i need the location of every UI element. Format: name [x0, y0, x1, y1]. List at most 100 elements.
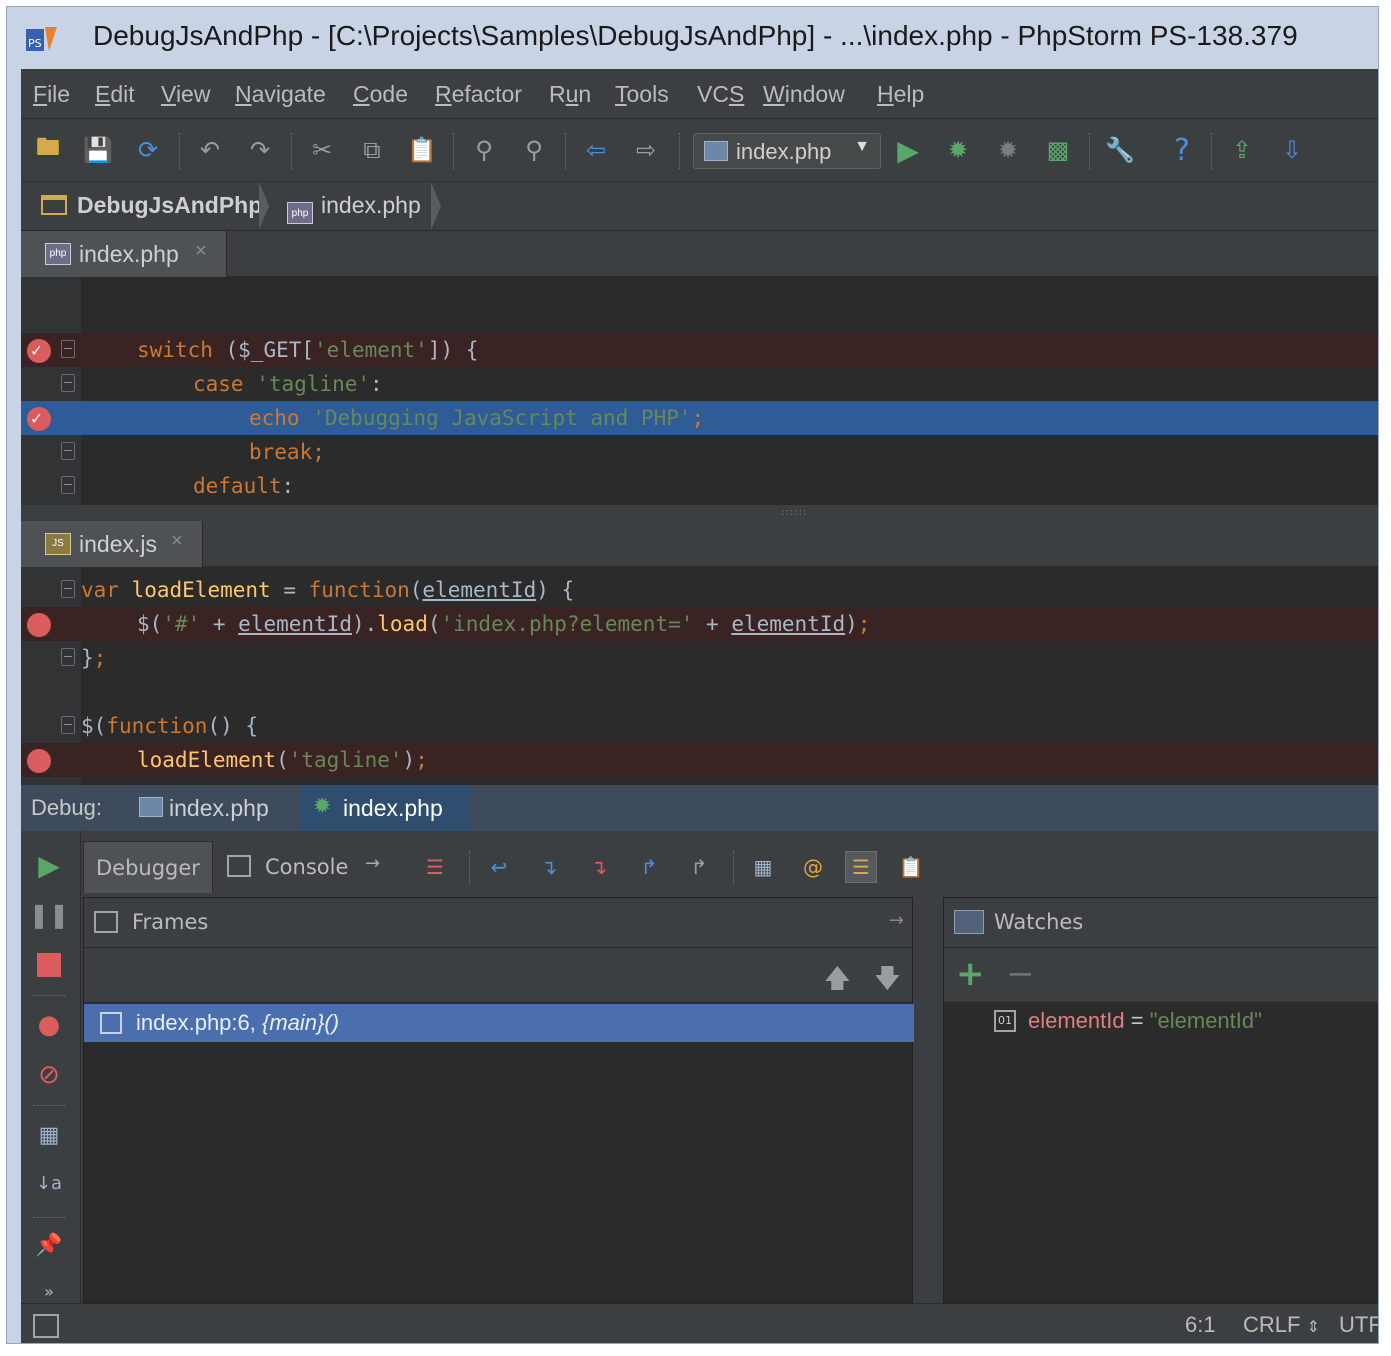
redo-icon[interactable]: ↷ — [243, 133, 277, 167]
show-execution-point-icon[interactable]: ☰ — [419, 851, 451, 883]
tab-debugger[interactable]: Debugger — [83, 841, 213, 893]
restore-layout-icon[interactable]: ▦ — [33, 1119, 65, 1151]
breakpoint-icon[interactable] — [27, 613, 51, 637]
cut-icon[interactable]: ✂ — [305, 133, 339, 167]
help-icon[interactable]: ? — [1165, 133, 1199, 168]
hide-panel-icon[interactable]: → — [889, 910, 904, 931]
fold-marker-icon[interactable] — [61, 580, 75, 598]
deploy-download-icon[interactable]: ⇩ — [1275, 133, 1309, 167]
evaluate-expression-icon[interactable]: ▦ — [747, 851, 779, 883]
menu-item[interactable]: Navigate — [235, 81, 326, 108]
code-line[interactable]: case 'tagline': — [21, 367, 1378, 401]
encoding-widget[interactable]: UTF — [1339, 1312, 1378, 1338]
force-step-into-icon[interactable]: ↴ — [583, 851, 615, 883]
breadcrumb-project[interactable]: DebugJsAndPhp — [41, 192, 262, 224]
js-code-editor[interactable]: var loadElement = function(elementId) {$… — [21, 567, 1378, 785]
evaluate-icon[interactable]: @ — [797, 851, 829, 883]
debug-icon[interactable]: ✹ — [941, 133, 975, 167]
code-line[interactable]: echo 'Debugging JavaScript and PHP'; — [21, 401, 1378, 436]
breakpoint-icon[interactable] — [27, 402, 51, 436]
php-code-editor[interactable]: switch ($_GET['element']) {case 'tagline… — [21, 277, 1378, 505]
code-line[interactable]: var loadElement = function(elementId) { — [21, 573, 1378, 607]
menu-item[interactable]: View — [161, 81, 210, 108]
paste-icon[interactable]: 📋 — [405, 133, 439, 167]
tab-console[interactable]: Console → — [215, 841, 399, 893]
find-icon[interactable]: ⚲ — [467, 133, 501, 167]
run-icon[interactable]: ▶ — [891, 133, 925, 167]
code-line[interactable]: switch ($_GET['element']) { — [21, 333, 1378, 368]
toolbar-separator — [33, 1217, 65, 1218]
menu-item[interactable]: Window — [763, 81, 845, 108]
pause-icon[interactable]: ❚❚ — [29, 899, 69, 931]
fold-marker-icon[interactable] — [61, 374, 75, 392]
editor-splitter[interactable]: :::::: — [21, 505, 1378, 521]
code-line[interactable]: loadElement('tagline'); — [21, 743, 1378, 777]
tab-index-js[interactable]: JS index.js × — [21, 521, 203, 567]
pin-icon[interactable]: 📌 — [33, 1229, 65, 1261]
code-line[interactable]: $('#' + elementId).load('index.php?eleme… — [21, 607, 1378, 641]
watch-item[interactable]: 01 elementId = "elementId" — [944, 1002, 1378, 1040]
arrow-down-icon[interactable]: 🡇 — [874, 960, 901, 1004]
step-into-icon[interactable]: ↴ — [533, 851, 565, 883]
breadcrumb-file[interactable]: php index.php — [287, 192, 421, 224]
undo-icon[interactable]: ↶ — [193, 133, 227, 167]
stop-icon[interactable] — [33, 949, 65, 981]
menu-item[interactable]: Run — [549, 81, 591, 108]
sync-icon[interactable]: ⟳ — [131, 133, 165, 167]
mute-breakpoints-icon[interactable]: ⊘ — [33, 1059, 65, 1091]
debug-session-tab-active[interactable]: ✹ index.php — [299, 785, 469, 831]
code-line[interactable]: break; — [21, 435, 1378, 469]
add-watch-button[interactable]: + — [956, 954, 985, 994]
code-line[interactable]: }; — [21, 641, 1378, 675]
pin-tab-icon[interactable]: → — [365, 853, 380, 874]
menu-item[interactable]: File — [33, 81, 70, 108]
tab-index-php[interactable]: php index.php × — [21, 231, 227, 277]
close-icon[interactable]: × — [171, 530, 183, 553]
resume-icon[interactable]: ▶ — [33, 849, 65, 882]
save-icon[interactable]: 💾 — [81, 133, 115, 167]
fold-marker-icon[interactable] — [61, 716, 75, 734]
code-line[interactable]: default: — [21, 469, 1378, 503]
replace-icon[interactable]: ⚲ — [517, 133, 551, 167]
run-to-cursor-icon[interactable]: ↱ — [683, 851, 715, 883]
watches-toggle-icon[interactable]: ☰ — [845, 851, 877, 883]
clipboard-icon[interactable]: 📋 — [895, 851, 927, 883]
fold-marker-icon[interactable] — [61, 476, 75, 494]
fold-marker-icon[interactable] — [61, 340, 75, 358]
profile-icon[interactable]: ▩ — [1041, 133, 1075, 167]
open-folder-icon[interactable]: 🖿 — [31, 133, 65, 167]
navigation-breadcrumb: DebugJsAndPhp php index.php — [21, 181, 1378, 231]
remove-watch-button[interactable]: − — [1006, 954, 1035, 994]
copy-icon[interactable]: ⧉ — [355, 133, 389, 167]
fold-marker-icon[interactable] — [61, 648, 75, 666]
step-over-icon[interactable]: ↩ — [483, 851, 515, 883]
frames-toolbar: 🡅 🡇 — [84, 948, 912, 1002]
menu-item[interactable]: Refactor — [435, 81, 522, 108]
run-configuration-select[interactable]: index.php ▼ — [693, 133, 881, 169]
settings-icon[interactable]: 🔧 — [1103, 133, 1137, 167]
back-icon[interactable]: ⇦ — [579, 133, 613, 167]
debug-session-tab[interactable]: index.php — [125, 785, 297, 831]
close-icon[interactable]: × — [195, 240, 207, 263]
code-line[interactable] — [21, 675, 1378, 709]
menu-item[interactable]: Code — [353, 81, 408, 108]
forward-icon[interactable]: ⇨ — [629, 133, 663, 167]
menu-item[interactable]: Edit — [95, 81, 135, 108]
view-breakpoints-icon[interactable]: ● — [33, 1009, 65, 1041]
line-separator-widget[interactable]: CRLF ⇕ — [1243, 1312, 1320, 1338]
tool-windows-icon[interactable] — [33, 1314, 59, 1338]
coverage-icon[interactable]: ✹ — [991, 133, 1025, 167]
arrow-up-icon[interactable]: 🡅 — [824, 960, 851, 1004]
frame-list-item[interactable]: index.php:6, {main}() — [84, 1004, 914, 1042]
menu-item[interactable]: Tools — [615, 81, 669, 108]
breakpoint-icon[interactable] — [27, 749, 51, 773]
sort-alphabetically-icon[interactable]: ↓a — [33, 1167, 65, 1199]
fold-marker-icon[interactable] — [61, 442, 75, 460]
menu-item[interactable]: VCS — [697, 81, 744, 108]
menu-item[interactable]: Help — [877, 81, 924, 108]
caret-position[interactable]: 6:1 — [1185, 1312, 1216, 1338]
deploy-upload-icon[interactable]: ⇪ — [1225, 133, 1259, 167]
code-line[interactable]: $(function() { — [21, 709, 1378, 743]
step-out-icon[interactable]: ↱ — [633, 851, 665, 883]
breakpoint-icon[interactable] — [27, 334, 51, 368]
